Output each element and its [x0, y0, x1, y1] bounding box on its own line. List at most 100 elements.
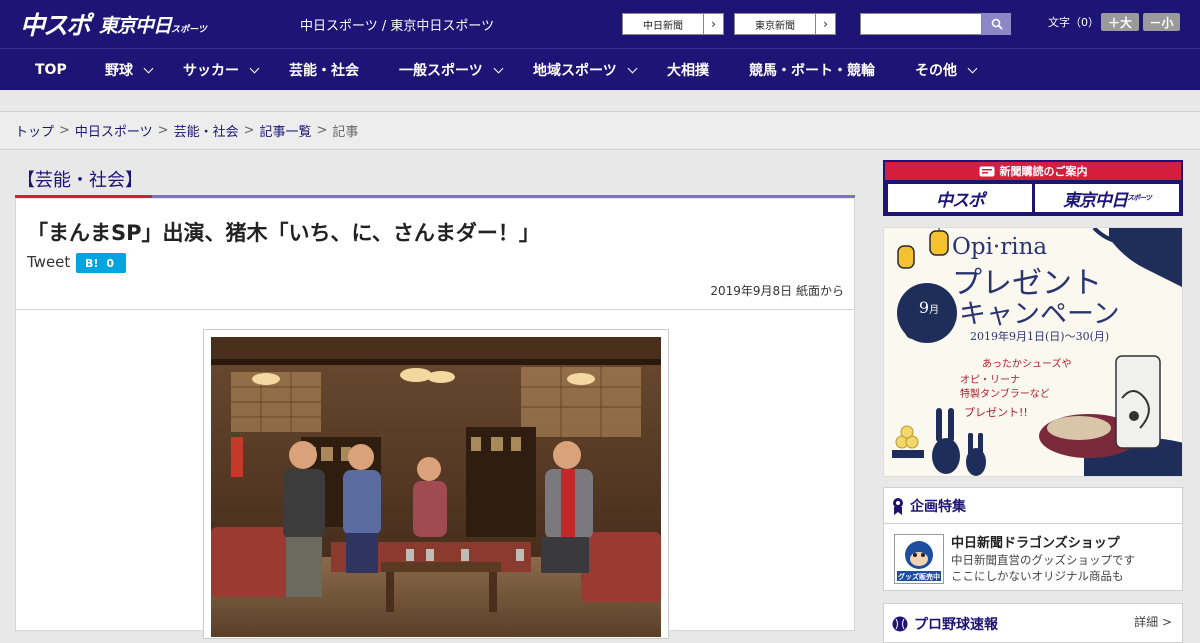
- chevron-down-icon: [627, 63, 638, 73]
- nav-racing[interactable]: 競馬・ボート・競輪: [749, 49, 875, 91]
- subscription-box: 新聞購読のご案内 中スポ 東京中日 スポーツ: [883, 160, 1183, 216]
- baseball-scores-box: プロ野球速報 詳細 >: [883, 603, 1183, 643]
- nav-racing-label: 競馬・ボート・競輪: [749, 63, 875, 79]
- tweet-button[interactable]: Tweet: [27, 253, 70, 271]
- newspaper-icon: [979, 166, 994, 176]
- chevron-down-icon: [493, 63, 504, 73]
- breadcrumb-current: 記事: [332, 125, 359, 140]
- subscribe-tokyo-chunichi-small: スポーツ: [1127, 194, 1152, 202]
- nav-top-label: TOP: [35, 62, 67, 78]
- ribbon-icon: [893, 497, 903, 515]
- breadcrumb-separator: >: [59, 123, 70, 138]
- article-date: 2019年9月8日 紙面から: [710, 284, 844, 298]
- logo-chuspo[interactable]: 中スポ: [20, 6, 91, 42]
- site-header: 中スポ 東京中日スポーツ 中日スポーツ / 東京中日スポーツ 中日新聞 › 東京…: [0, 0, 1200, 48]
- chevron-down-icon: [143, 63, 154, 73]
- nav-regional-sports[interactable]: 地域スポーツ: [533, 49, 638, 91]
- article-photo[interactable]: [211, 337, 661, 637]
- nav-other-label: その他: [915, 63, 957, 79]
- nav-baseball-label: 野球: [105, 63, 133, 79]
- nav-top[interactable]: TOP: [35, 49, 67, 91]
- article-divider: [16, 309, 854, 310]
- hatena-bookmark-icon: B!: [85, 256, 99, 270]
- subscription-title: 新聞購読のご案内: [999, 165, 1088, 178]
- nav-soccer-label: サッカー: [183, 63, 239, 79]
- article-headline: 「まんまSP」出演、猪木「いち、に、さんまダー！」: [27, 221, 540, 245]
- nav-soccer[interactable]: サッカー: [183, 49, 260, 91]
- chevron-right-icon: ›: [703, 14, 723, 34]
- hatena-bookmark-button[interactable]: B! 0: [76, 253, 126, 273]
- article-photo-frame: [203, 329, 669, 639]
- chunichi-shimbun-link[interactable]: 中日新聞 ›: [622, 13, 724, 35]
- chevron-down-icon: [249, 63, 260, 73]
- site-tagline: 中日スポーツ / 東京中日スポーツ: [300, 19, 495, 34]
- ad-strip: [0, 90, 1200, 112]
- banner-title-2: キャンペーン: [959, 299, 1120, 330]
- nav-entertainment[interactable]: 芸能・社会: [289, 49, 359, 91]
- banner-month-unit: 月: [929, 305, 940, 316]
- nav-sumo[interactable]: 大相撲: [667, 49, 709, 91]
- subscribe-chuspo-link[interactable]: 中スポ: [888, 184, 1032, 212]
- site-logo[interactable]: 中スポ 東京中日スポーツ: [20, 6, 207, 42]
- nav-general-sports[interactable]: 一般スポーツ: [399, 49, 504, 91]
- chevron-right-icon: ›: [815, 14, 835, 34]
- banner-month: 9月: [914, 298, 944, 317]
- logo-tokyo-chunichi-small: スポーツ: [171, 24, 207, 35]
- dragons-shop-desc-line1: 中日新聞直営のグッズショップです: [951, 553, 1135, 567]
- banner-month-number: 9: [918, 298, 930, 317]
- dragons-shop-thumb-label: グッズ販売中: [898, 573, 940, 581]
- breadcrumb-chuspo[interactable]: 中日スポーツ: [75, 121, 153, 140]
- banner-copy-2: オピ・リーナ: [960, 375, 1020, 386]
- banner-copy-3: 特製タンブラーなど: [960, 389, 1050, 400]
- dragons-shop-thumbnail[interactable]: グッズ販売中: [894, 534, 944, 584]
- baseball-scores-header: プロ野球速報: [892, 614, 998, 634]
- chunichi-shimbun-label: 中日新聞: [643, 20, 683, 32]
- dragons-shop-desc-line2: ここにしかないオリジナル商品も: [951, 569, 1124, 583]
- baseball-details-link[interactable]: 詳細 >: [1134, 613, 1172, 630]
- banner-copy-4: プレゼント!!: [964, 406, 1028, 419]
- search-icon: [991, 18, 1003, 30]
- feature-box: 企画特集 グッズ販売中 中日新聞ドラゴンズショップ 中日新聞直営のグッズショップ…: [883, 487, 1183, 591]
- tv-studio-photo: [211, 337, 661, 637]
- banner-copy-1: あったかシューズや: [982, 359, 1072, 370]
- nav-entertainment-label: 芸能・社会: [289, 63, 359, 79]
- font-size-label: 文字（0）: [1048, 16, 1099, 29]
- font-larger-button[interactable]: ＋大: [1101, 13, 1139, 31]
- nav-general-sports-label: 一般スポーツ: [399, 63, 483, 79]
- hatena-bookmark-count: 0: [106, 256, 115, 270]
- article-column: 【芸能・社会】 「まんまSP」出演、猪木「いち、に、さんまダー！」 Tweet …: [15, 150, 855, 639]
- dragons-shop-description: 中日新聞直営のグッズショップです ここにしかないオリジナル商品も: [951, 552, 1135, 584]
- section-header: 【芸能・社会】: [15, 160, 855, 200]
- font-smaller-button[interactable]: －小: [1143, 13, 1180, 31]
- nav-sumo-label: 大相撲: [667, 63, 709, 79]
- nav-baseball[interactable]: 野球: [105, 49, 154, 91]
- main-nav: TOP 野球 サッカー 芸能・社会 一般スポーツ 地域スポーツ 大相撲 競馬・ボ…: [0, 48, 1200, 90]
- breadcrumb-top[interactable]: トップ: [15, 121, 54, 140]
- breadcrumb-entertainment[interactable]: 芸能・社会: [174, 121, 239, 140]
- nav-regional-sports-label: 地域スポーツ: [533, 63, 617, 79]
- dragons-shop-title[interactable]: 中日新聞ドラゴンズショップ: [951, 532, 1120, 551]
- feature-heading: 企画特集: [910, 498, 966, 515]
- breadcrumb-article-list[interactable]: 記事一覧: [260, 121, 312, 140]
- logo-tokyo-chunichi[interactable]: 東京中日スポーツ: [99, 11, 207, 38]
- tokyo-shimbun-label: 東京新聞: [755, 20, 795, 32]
- feature-header: 企画特集: [884, 488, 1182, 524]
- banner-brand: Opi·rina: [952, 234, 1048, 260]
- breadcrumb-separator: >: [243, 123, 255, 138]
- search-input[interactable]: [860, 13, 982, 35]
- search-button[interactable]: [982, 13, 1011, 35]
- nav-other[interactable]: その他: [915, 49, 978, 91]
- opirina-campaign-banner[interactable]: Opi·rina プレゼント キャンペーン 9月 2019年9月1日(日)〜30…: [883, 227, 1183, 477]
- subscribe-tokyo-chunichi-text: 東京中日: [1063, 190, 1128, 211]
- breadcrumb-separator: >: [316, 123, 328, 138]
- logo-tokyo-chunichi-text: 東京中日: [99, 14, 172, 37]
- subscribe-tokyo-chunichi-link[interactable]: 東京中日 スポーツ: [1035, 184, 1179, 212]
- banner-period: 2019年9月1日(日)〜30(月): [970, 330, 1110, 343]
- breadcrumb-separator: >: [157, 123, 169, 138]
- breadcrumb: トップ > 中日スポーツ > 芸能・社会 > 記事一覧 > 記事: [0, 112, 1200, 150]
- tokyo-shimbun-link[interactable]: 東京新聞 ›: [734, 13, 836, 35]
- article-box: 「まんまSP」出演、猪木「いち、に、さんまダー！」 Tweet B! 0 201…: [15, 199, 855, 639]
- section-title: 【芸能・社会】: [17, 170, 143, 191]
- subscription-header[interactable]: 新聞購読のご案内: [885, 162, 1181, 180]
- chevron-down-icon: [967, 63, 978, 73]
